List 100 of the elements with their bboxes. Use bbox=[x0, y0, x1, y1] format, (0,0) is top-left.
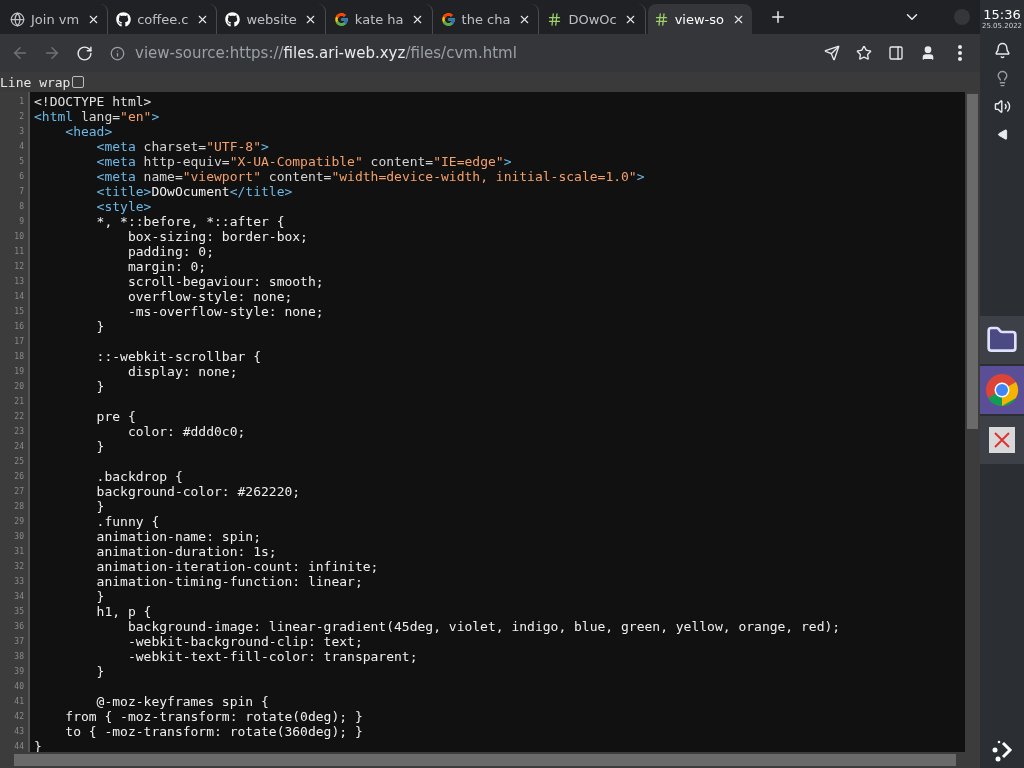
line-wrap-checkbox[interactable] bbox=[72, 76, 85, 88]
source-line: } bbox=[95, 439, 105, 454]
line-number: 32 bbox=[13, 561, 25, 573]
source-line: animation-duration: 1s; bbox=[95, 544, 277, 559]
source-line: color: #ddd0c0; bbox=[126, 424, 246, 439]
source-line: from { -moz-transform: rotate(0deg); } bbox=[64, 709, 363, 724]
line-number: 3 bbox=[18, 126, 25, 138]
taskbar-app[interactable] bbox=[980, 366, 1024, 414]
line-number: 33 bbox=[13, 576, 25, 588]
line-wrap-label[interactable]: Line wrap bbox=[0, 74, 85, 90]
source-line: <title>DOwOcument</title> bbox=[95, 184, 293, 199]
source-line: } bbox=[95, 664, 105, 679]
source-line: animation-timing-function: linear; bbox=[95, 574, 363, 589]
source-line: margin: 0; bbox=[126, 259, 207, 274]
collapse-arrow-icon[interactable] bbox=[996, 128, 1008, 140]
line-number: 18 bbox=[13, 351, 25, 363]
line-number: 43 bbox=[13, 726, 25, 738]
line-number: 14 bbox=[13, 291, 25, 303]
taskbar-app[interactable] bbox=[980, 316, 1024, 364]
line-number: 24 bbox=[13, 441, 25, 453]
line-number: 21 bbox=[13, 396, 25, 408]
side-panel-icon bbox=[888, 45, 904, 61]
source-line: background-color: #262220; bbox=[95, 484, 301, 499]
source-line: box-sizing: border-box; bbox=[126, 229, 308, 244]
line-number: 44 bbox=[13, 741, 25, 752]
hash-icon bbox=[653, 11, 669, 27]
source-line: <html lang="en"> bbox=[34, 109, 160, 124]
source-line: } bbox=[95, 589, 105, 604]
source-line: <meta http-equiv="X-UA-Compatible" content="IE=edge"> bbox=[95, 154, 512, 169]
source-line: } bbox=[95, 499, 105, 514]
star-icon bbox=[856, 45, 872, 61]
send-icon bbox=[824, 45, 840, 61]
source-line: h1, p { bbox=[95, 604, 152, 619]
line-number: 29 bbox=[13, 516, 25, 528]
reload-icon bbox=[75, 44, 93, 62]
line-number: 26 bbox=[13, 471, 25, 483]
hash-icon bbox=[547, 11, 563, 27]
line-number: 8 bbox=[18, 201, 25, 213]
line-number: 2 bbox=[18, 111, 25, 123]
source-line: to { -moz-transform: rotate(360deg); } bbox=[64, 724, 363, 739]
horizontal-scrollbar[interactable] bbox=[0, 752, 980, 768]
github-icon bbox=[225, 11, 241, 27]
line-number: 10 bbox=[13, 231, 25, 243]
line-number: 19 bbox=[13, 366, 25, 378]
line-number: 42 bbox=[13, 711, 25, 723]
line-number: 41 bbox=[13, 696, 25, 708]
source-line: <head> bbox=[64, 124, 113, 139]
line-number: 5 bbox=[18, 156, 25, 168]
line-number: 11 bbox=[13, 246, 25, 258]
line-number: 37 bbox=[13, 636, 25, 648]
line-number: 27 bbox=[13, 486, 25, 498]
browser-tab[interactable]: view-so bbox=[647, 4, 752, 34]
github-icon bbox=[116, 11, 132, 27]
menu-icon bbox=[958, 45, 962, 61]
line-number: 15 bbox=[13, 306, 25, 318]
line-number: 13 bbox=[13, 276, 25, 288]
line-number: 20 bbox=[13, 381, 25, 393]
chrome-icon bbox=[985, 373, 1019, 407]
person-icon bbox=[920, 45, 936, 61]
source-line: <meta name="viewport" content="width=device-width, initial-scale=1.0"> bbox=[95, 169, 645, 184]
source-line: <style> bbox=[95, 199, 152, 214]
line-number: 39 bbox=[13, 666, 25, 678]
line-number: 25 bbox=[13, 456, 25, 468]
source-line: <!DOCTYPE html> bbox=[34, 94, 152, 109]
line-number: 34 bbox=[13, 591, 25, 603]
source-line: .backdrop { bbox=[95, 469, 183, 484]
source-line: ::-webkit-scrollbar { bbox=[95, 349, 261, 364]
line-number: 36 bbox=[13, 621, 25, 633]
source-line: <meta charset="UTF-8"> bbox=[95, 139, 269, 154]
clock-time: 15:36 bbox=[983, 7, 1021, 22]
line-number: 28 bbox=[13, 501, 25, 513]
line-number: 31 bbox=[13, 546, 25, 558]
line-number: 1 bbox=[18, 96, 25, 108]
line-number: 4 bbox=[18, 141, 25, 153]
info-icon[interactable] bbox=[110, 45, 125, 61]
bell-icon[interactable] bbox=[993, 41, 1011, 59]
taskbar-app[interactable] bbox=[980, 416, 1024, 464]
google-icon bbox=[440, 11, 456, 27]
line-number: 38 bbox=[13, 651, 25, 663]
arrow-right-icon bbox=[43, 44, 61, 62]
close-app-icon bbox=[989, 427, 1015, 453]
line-number: 35 bbox=[13, 606, 25, 618]
plus-icon bbox=[769, 8, 787, 26]
line-number: 23 bbox=[13, 426, 25, 438]
source-line: @-moz-keyframes spin { bbox=[95, 694, 269, 709]
line-number: 40 bbox=[13, 681, 25, 693]
source-line: *, *::before, *::after { bbox=[95, 214, 285, 229]
speaker-icon[interactable] bbox=[993, 97, 1011, 115]
line-number: 7 bbox=[18, 186, 25, 198]
source-line: -webkit-text-fill-color: transparent; bbox=[126, 649, 418, 664]
source-line: animation-iteration-count: infinite; bbox=[95, 559, 379, 574]
source-line: overflow-style: none; bbox=[126, 289, 293, 304]
source-line: display: none; bbox=[126, 364, 238, 379]
source-line: padding: 0; bbox=[126, 244, 214, 259]
google-icon bbox=[333, 11, 349, 27]
line-number: 16 bbox=[13, 321, 25, 333]
source-line: } bbox=[95, 379, 105, 394]
source-line: -webkit-background-clip: text; bbox=[126, 634, 363, 649]
globe-icon bbox=[10, 11, 25, 27]
line-number: 17 bbox=[13, 336, 25, 348]
